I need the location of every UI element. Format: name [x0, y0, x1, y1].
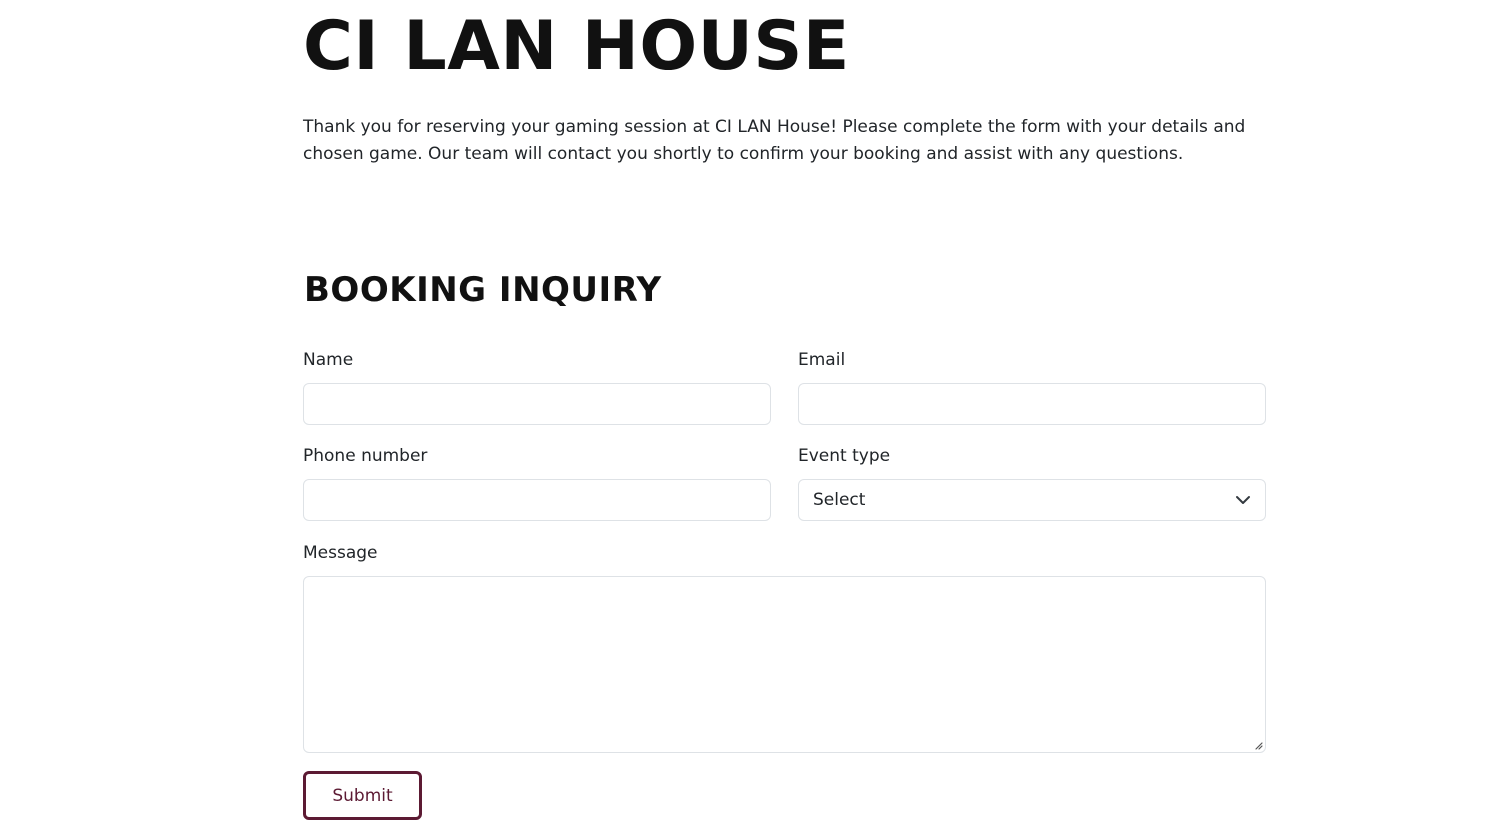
name-input[interactable]: [303, 383, 771, 425]
email-input[interactable]: [798, 383, 1266, 425]
email-label: Email: [798, 350, 846, 370]
booking-inquiry-title: BOOKING INQUIRY: [304, 270, 662, 310]
message-label: Message: [303, 543, 378, 563]
site-title: CI LAN HOUSE: [303, 7, 850, 86]
intro-text: Thank you for reserving your gaming sess…: [303, 117, 1246, 164]
name-label: Name: [303, 350, 354, 370]
chevron-down-icon: [1236, 496, 1250, 504]
event-type-selected-value: Select: [813, 490, 866, 510]
event-type-select[interactable]: Select: [798, 479, 1266, 521]
phone-label: Phone number: [303, 446, 428, 466]
message-textarea[interactable]: [303, 576, 1266, 753]
event-type-label: Event type: [798, 446, 891, 466]
resize-handle-icon[interactable]: [1253, 740, 1263, 750]
phone-input[interactable]: [303, 479, 771, 521]
submit-button[interactable]: Submit: [303, 771, 422, 820]
